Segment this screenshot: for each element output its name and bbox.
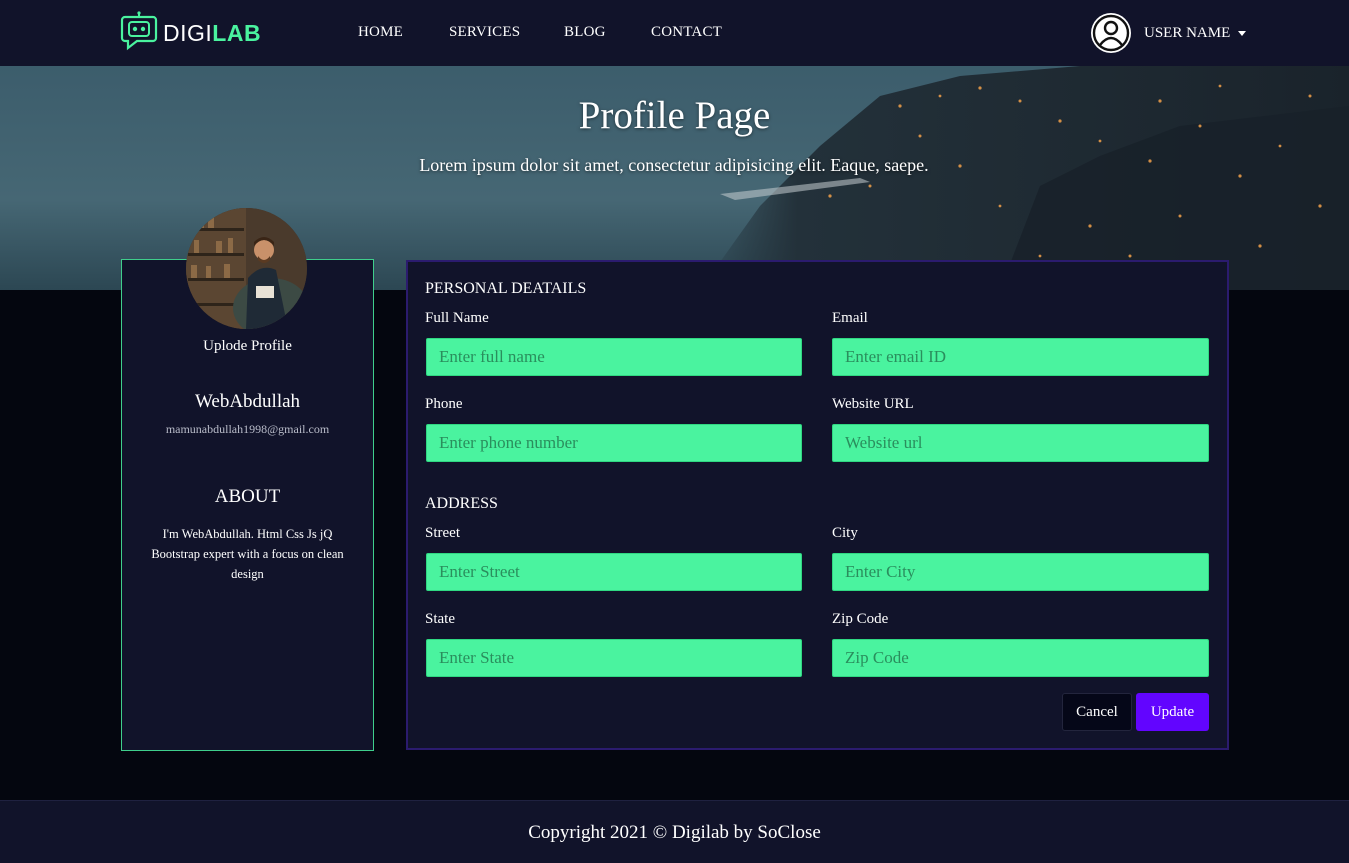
full-name-input[interactable] (426, 338, 802, 376)
brand-name-part1: DIGI (163, 19, 213, 46)
city-input[interactable] (832, 553, 1209, 591)
street-input[interactable] (426, 553, 802, 591)
full-name-label: Full Name (425, 310, 489, 326)
cancel-button[interactable]: Cancel (1062, 693, 1132, 731)
website-input[interactable] (832, 424, 1209, 462)
upload-profile-link[interactable]: Uplode Profile (121, 338, 374, 355)
brand-name: DIGILAB (163, 20, 261, 47)
profile-avatar[interactable] (186, 208, 307, 329)
nav-blog[interactable]: BLOG (564, 24, 606, 41)
caret-down-icon (1238, 30, 1247, 36)
email-label: Email (832, 310, 868, 326)
page-title: Profile Page (578, 94, 771, 137)
copyright-text: Copyright 2021 © Digilab by SoClose (528, 822, 821, 843)
user-name: USER NAME (1144, 24, 1231, 41)
robot-chat-icon (119, 10, 159, 56)
city-label: City (832, 525, 858, 541)
phone-label: Phone (425, 396, 463, 412)
street-label: Street (425, 525, 460, 541)
address-heading: ADDRESS (425, 495, 498, 512)
website-label: Website URL (832, 396, 914, 412)
nav-home[interactable]: HOME (358, 24, 403, 41)
page-subtitle: Lorem ipsum dolor sit amet, consectetur … (419, 155, 929, 175)
zip-input[interactable] (832, 639, 1209, 677)
state-label: State (425, 611, 455, 627)
footer: Copyright 2021 © Digilab by SoClose (0, 800, 1349, 863)
user-circle-icon (1091, 13, 1131, 53)
state-input[interactable] (426, 639, 802, 677)
zip-label: Zip Code (832, 611, 889, 627)
brand-logo[interactable]: DIGILAB (119, 10, 261, 56)
about-text: I'm WebAbdullah. Html Css Js jQ Bootstra… (151, 527, 344, 581)
nav-contact[interactable]: CONTACT (651, 24, 722, 41)
phone-input[interactable] (426, 424, 802, 462)
nav-services[interactable]: SERVICES (449, 24, 520, 41)
update-button[interactable]: Update (1136, 693, 1209, 731)
email-input[interactable] (832, 338, 1209, 376)
user-menu[interactable]: USER NAME (1091, 12, 1247, 54)
about-heading: ABOUT (214, 486, 281, 507)
profile-photo (186, 208, 307, 329)
brand-name-part2: LAB (212, 19, 262, 46)
navbar: DIGILAB HOME SERVICES BLOG CONTACT USER … (0, 0, 1349, 66)
profile-email: mamunabdullah1998@gmail.com (165, 422, 330, 436)
profile-name: WebAbdullah (194, 391, 301, 412)
personal-details-heading: PERSONAL DEATAILS (425, 280, 587, 297)
